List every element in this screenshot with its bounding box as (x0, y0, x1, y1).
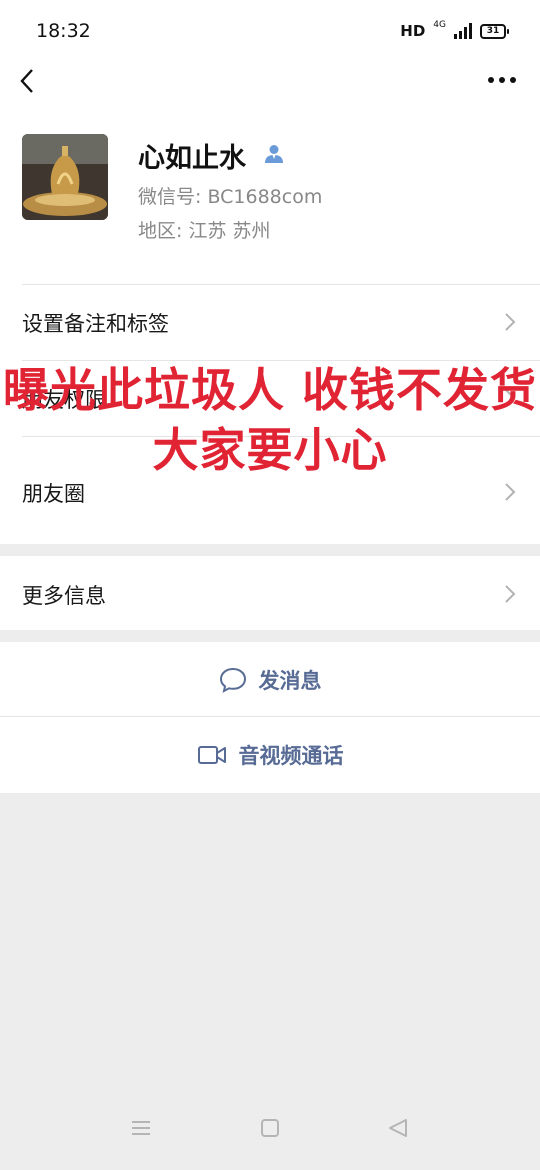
warning-overlay-line1: 曝光此垃圾人 收钱不发货 (2, 363, 537, 417)
battery-icon: 31 (480, 23, 509, 39)
region: 地区: 江苏 苏州 (138, 220, 271, 242)
chevron-right-icon (505, 313, 516, 331)
chevron-left-icon (20, 69, 33, 93)
more-dot (488, 77, 494, 83)
warning-overlay-line2: 大家要小心 (152, 423, 388, 477)
chevron-right-icon (505, 585, 516, 603)
menu-label-moments: 朋友圈 (22, 482, 85, 506)
video-camera-icon (197, 746, 226, 764)
chevron-right-icon (505, 483, 516, 501)
signal-icon (454, 23, 472, 39)
profile-name: 心如止水 (138, 143, 246, 174)
more-button[interactable] (488, 70, 516, 90)
status-time: 18:32 (36, 20, 91, 42)
video-call-button[interactable]: 音视频通话 (0, 717, 540, 793)
send-message-label: 发消息 (258, 669, 322, 693)
menu-icon[interactable] (131, 1118, 151, 1138)
network-type: 4G (433, 20, 446, 30)
wechat-id: 微信号: BC1688com (138, 186, 323, 208)
menu-label-more-info: 更多信息 (22, 584, 106, 608)
nav-bar (0, 64, 540, 98)
send-message-button[interactable]: 发消息 (0, 642, 540, 718)
status-bar: 18:32 HD 4G 31 (0, 0, 540, 64)
person-icon (265, 145, 283, 163)
back-triangle-icon[interactable] (388, 1118, 408, 1138)
more-info-item[interactable]: 更多信息 (0, 556, 540, 630)
hd-indicator: HD (400, 22, 426, 40)
avatar[interactable] (22, 134, 108, 220)
battery-level: 31 (486, 25, 500, 36)
chat-bubble-icon (219, 667, 246, 693)
more-dot (510, 77, 516, 83)
menu-label-remark-tags: 设置备注和标签 (22, 312, 169, 336)
more-dot (499, 77, 505, 83)
home-square-icon[interactable] (260, 1118, 280, 1138)
status-indicators: HD 4G 31 (400, 20, 509, 40)
profile-card: 心如止水 微信号: BC1688com 地区: 江苏 苏州 (0, 98, 540, 284)
system-nav-bar (0, 1100, 540, 1170)
video-call-label: 音视频通话 (238, 744, 344, 768)
remark-tags-item[interactable]: 设置备注和标签 (0, 284, 540, 360)
back-button[interactable] (18, 67, 38, 95)
